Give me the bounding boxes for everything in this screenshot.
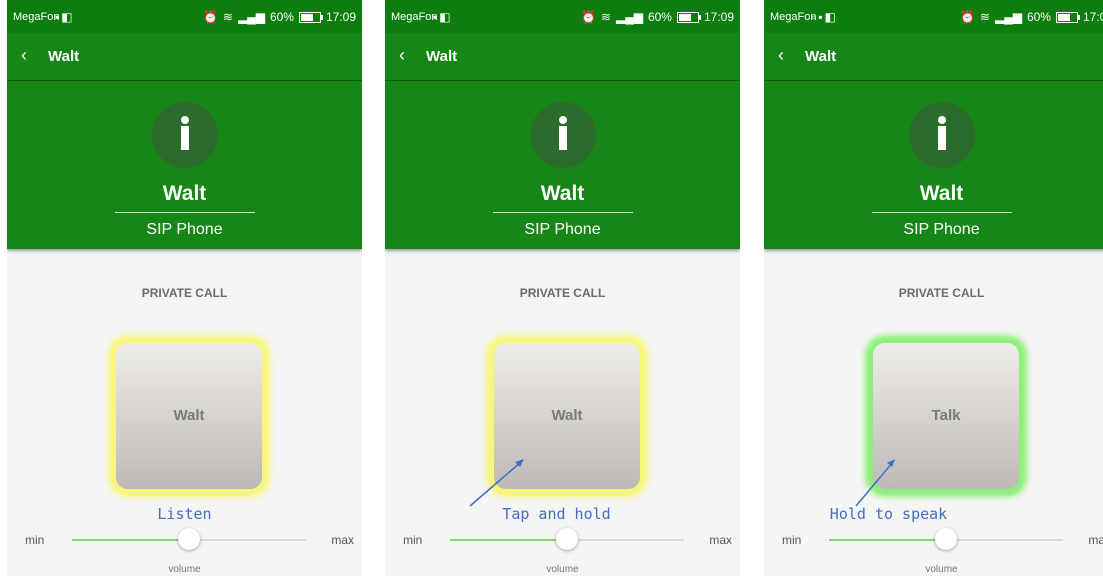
status-bar: MegaFon ▫▪◧ ⏰ ≋ ▂▄▆ 60% 17:09 xyxy=(764,0,1103,33)
annotation-text: Hold to speak xyxy=(829,505,948,523)
toolbar: ‹ Walt xyxy=(385,33,740,81)
contact-name: Walt xyxy=(162,182,207,205)
toolbar-title: Walt xyxy=(48,48,80,65)
contact-type: SIP Phone xyxy=(903,221,980,238)
back-arrow-icon[interactable]: ‹ xyxy=(778,45,784,66)
push-to-talk-button[interactable]: Talk xyxy=(873,343,1019,489)
phone-screen-2: MegaFon ▪◧ ⏰ ≋ ▂▄▆ 60% 17:09 ‹ Walt Walt SIP… xyxy=(385,0,740,576)
volume-slider-fill xyxy=(72,539,189,541)
header-divider xyxy=(492,212,633,213)
status-right: ⏰ ≋ ▂▄▆ 60% 17:09 xyxy=(955,10,1103,24)
volume-caption: volume xyxy=(925,564,958,575)
status-bar: MegaFon ▪◧ ⏰ ≋ ▂▄▆ 60% 17:09 xyxy=(7,0,362,33)
volume-max-label: max xyxy=(1088,533,1103,547)
volume-caption: volume xyxy=(168,564,201,575)
push-to-talk-label: Walt xyxy=(173,407,205,424)
volume-slider[interactable] xyxy=(450,528,684,550)
volume-slider-thumb[interactable] xyxy=(178,528,200,550)
notification-icons: ▪◧ xyxy=(55,10,75,24)
contact-header: Walt SIP Phone xyxy=(7,81,362,249)
contact-name: Walt xyxy=(540,182,585,205)
notification-icons: ▪◧ xyxy=(433,10,453,24)
battery-icon xyxy=(1055,12,1080,24)
header-divider xyxy=(871,212,1012,213)
annotation-text: Tap and hold xyxy=(502,505,611,523)
battery-level: 60% xyxy=(647,10,672,24)
wifi-icon: ≋ xyxy=(979,10,990,24)
volume-min-label: min xyxy=(25,533,45,547)
info-icon[interactable] xyxy=(908,102,975,168)
clock: 17:09 xyxy=(703,10,734,24)
volume-slider[interactable] xyxy=(829,528,1063,550)
notification-icons: ▫▪◧ xyxy=(812,10,838,24)
toolbar-title: Walt xyxy=(805,48,837,65)
contact-header: Walt SIP Phone xyxy=(764,81,1103,249)
push-to-talk-label: Talk xyxy=(931,407,961,424)
carrier-name: MegaFon xyxy=(770,11,817,23)
4g-signal-icon: ▂▄▆ xyxy=(994,10,1022,24)
volume-caption: volume xyxy=(546,564,579,575)
section-label: PRIVATE CALL xyxy=(898,286,985,300)
phone-screen-3: MegaFon ▫▪◧ ⏰ ≋ ▂▄▆ 60% 17:09 ‹ Walt Walt SI… xyxy=(764,0,1103,576)
battery-level: 60% xyxy=(269,10,294,24)
info-icon[interactable] xyxy=(529,102,596,168)
toolbar: ‹ Walt xyxy=(7,33,362,81)
status-right: ⏰ ≋ ▂▄▆ 60% 17:09 xyxy=(198,10,356,24)
status-right: ⏰ ≋ ▂▄▆ 60% 17:09 xyxy=(576,10,734,24)
volume-max-label: max xyxy=(709,533,732,547)
clock: 17:09 xyxy=(325,10,356,24)
back-arrow-icon[interactable]: ‹ xyxy=(399,45,405,66)
alarm-icon: ⏰ xyxy=(959,10,975,24)
wifi-icon: ≋ xyxy=(600,10,611,24)
volume-max-label: max xyxy=(331,533,354,547)
wifi-icon: ≋ xyxy=(222,10,233,24)
volume-slider-thumb[interactable] xyxy=(935,528,957,550)
header-divider xyxy=(114,212,255,213)
contact-header: Walt SIP Phone xyxy=(385,81,740,249)
contact-name: Walt xyxy=(919,182,964,205)
toolbar-title: Walt xyxy=(426,48,458,65)
section-label: PRIVATE CALL xyxy=(141,286,228,300)
alarm-icon: ⏰ xyxy=(580,10,596,24)
battery-icon xyxy=(676,12,701,24)
alarm-icon: ⏰ xyxy=(202,10,218,24)
volume-min-label: min xyxy=(782,533,802,547)
contact-type: SIP Phone xyxy=(524,221,601,238)
volume-min-label: min xyxy=(403,533,423,547)
volume-slider-fill xyxy=(829,539,946,541)
battery-level: 60% xyxy=(1026,10,1051,24)
4g-signal-icon: ▂▄▆ xyxy=(237,10,265,24)
carrier-name: MegaFon xyxy=(13,11,60,23)
push-to-talk-label: Walt xyxy=(551,407,583,424)
volume-slider[interactable] xyxy=(72,528,306,550)
4g-signal-icon: ▂▄▆ xyxy=(615,10,643,24)
section-label: PRIVATE CALL xyxy=(519,286,606,300)
info-icon[interactable] xyxy=(151,102,218,168)
contact-type: SIP Phone xyxy=(146,221,223,238)
push-to-talk-button[interactable]: Walt xyxy=(116,343,262,489)
back-arrow-icon[interactable]: ‹ xyxy=(21,45,27,66)
annotation-text: Listen xyxy=(157,505,212,523)
clock: 17:09 xyxy=(1082,10,1103,24)
status-bar: MegaFon ▪◧ ⏰ ≋ ▂▄▆ 60% 17:09 xyxy=(385,0,740,33)
battery-icon xyxy=(298,12,323,24)
carrier-name: MegaFon xyxy=(391,11,438,23)
volume-slider-thumb[interactable] xyxy=(556,528,578,550)
push-to-talk-button[interactable]: Walt xyxy=(494,343,640,489)
phone-screen-1: MegaFon ▪◧ ⏰ ≋ ▂▄▆ 60% 17:09 ‹ Walt Walt SIP… xyxy=(7,0,362,576)
volume-slider-fill xyxy=(450,539,567,541)
toolbar: ‹ Walt xyxy=(764,33,1103,81)
